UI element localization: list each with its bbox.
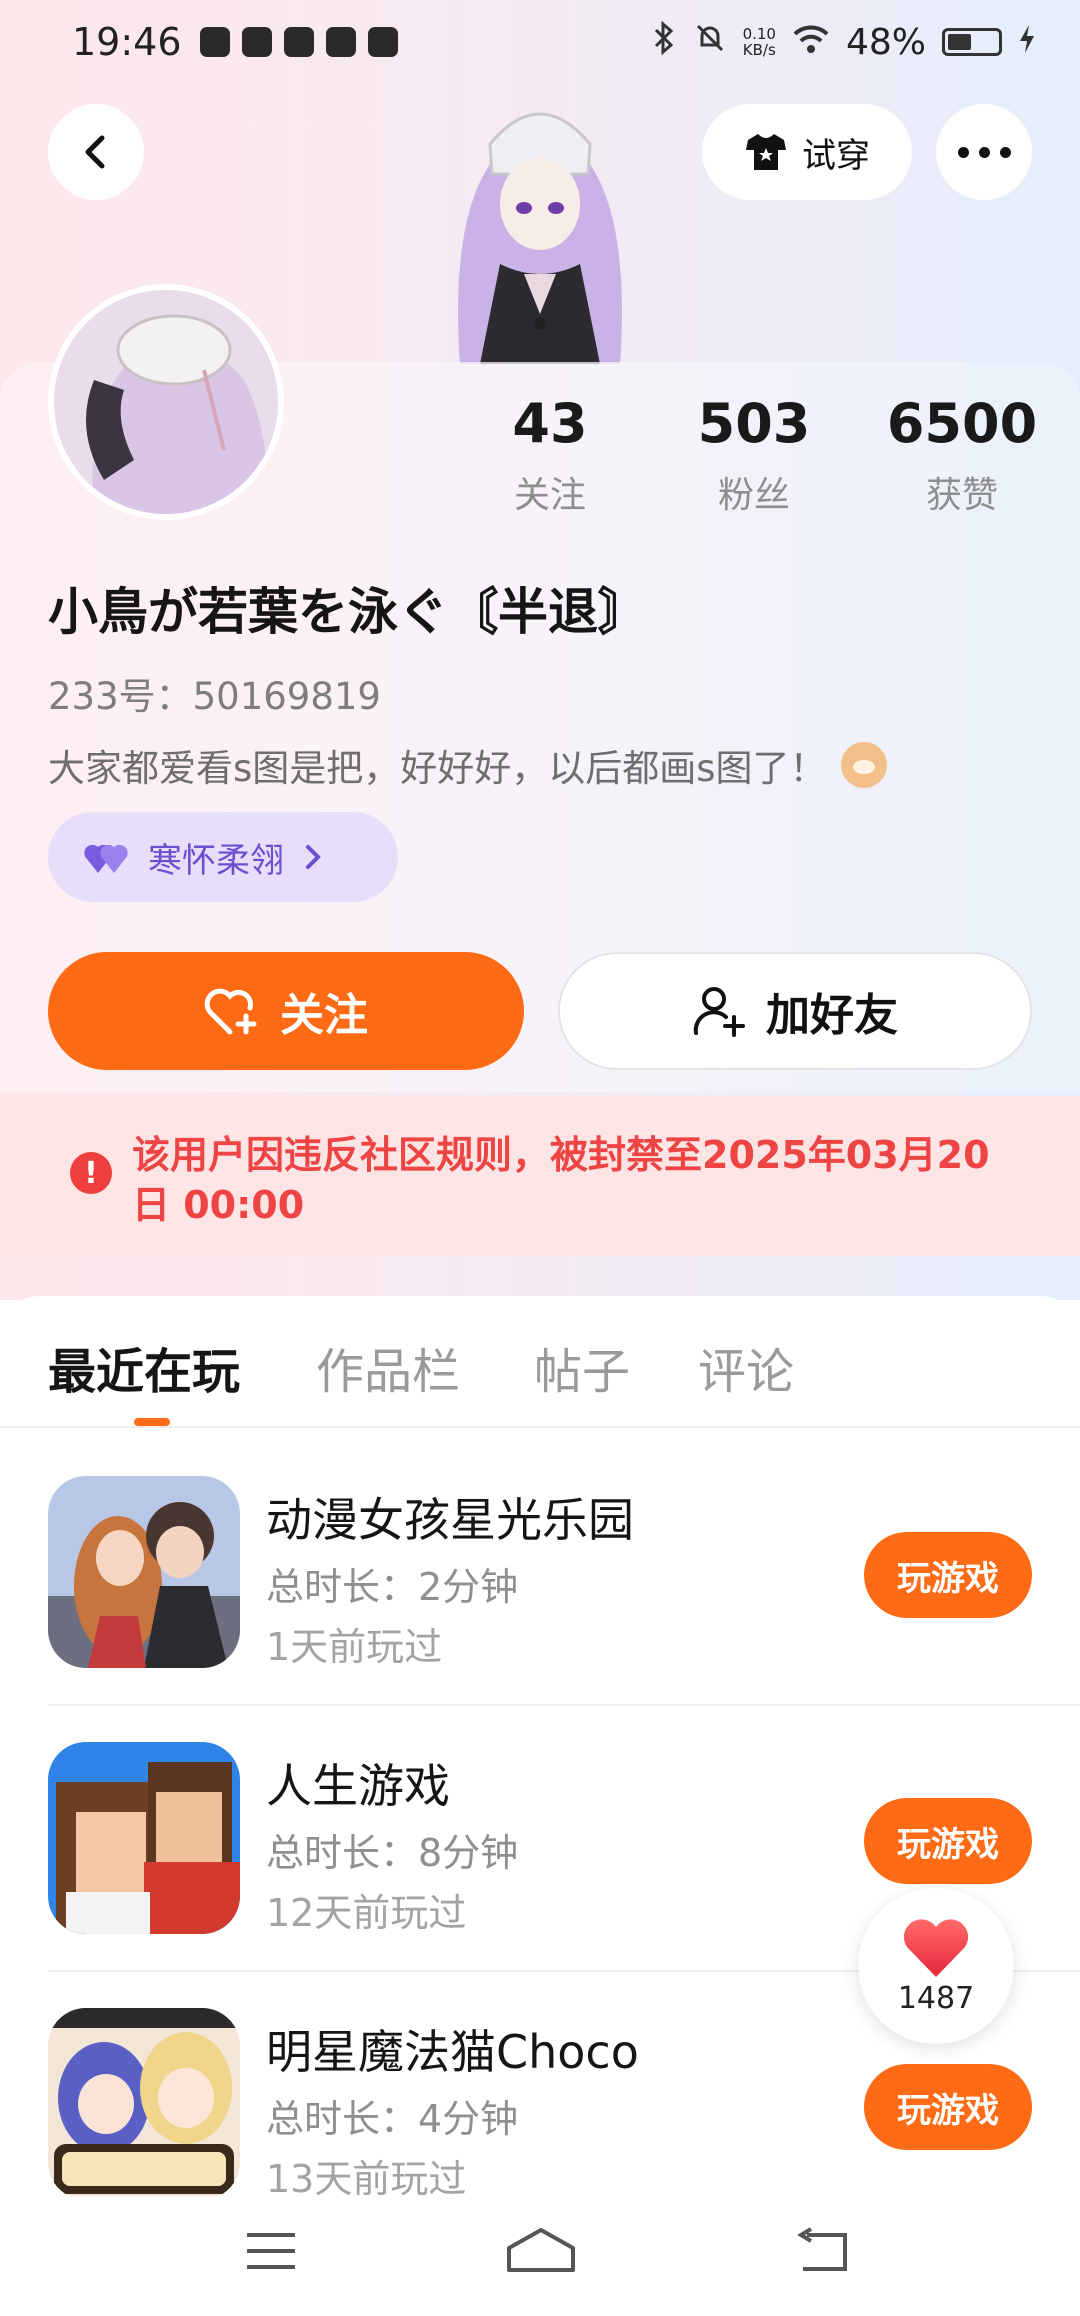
battery-percent: 48% <box>845 21 926 63</box>
try-on-label: 试穿 <box>802 135 870 176</box>
stat-likes[interactable]: 6500 获赞 <box>862 392 1062 518</box>
alert-icon: ! <box>70 1152 112 1194</box>
ban-notice: ! 该用户因违反社区规则，被封禁至2025年03月20日 00:00 <box>0 1096 1080 1256</box>
back-nav-button[interactable] <box>778 2216 868 2286</box>
play-game-button[interactable]: 玩游戏 <box>864 2064 1032 2150</box>
bluetooth-icon <box>651 20 677 64</box>
mail-app-icon <box>367 27 398 57</box>
chevron-left-icon <box>85 135 105 169</box>
profile-tabs: 最近在玩 作品栏 帖子 评论 <box>0 1296 1080 1426</box>
heart-plus-icon <box>204 988 257 1035</box>
profile-tag-label: 寒怀柔翎 <box>148 840 284 881</box>
stat-value: 43 <box>512 392 588 455</box>
try-on-button[interactable]: 试穿 <box>702 104 912 200</box>
stat-label: 获赞 <box>925 475 998 516</box>
follow-label: 关注 <box>280 990 368 1041</box>
game-last-played: 1天前玩过 <box>266 1625 443 1669</box>
stat-value: 503 <box>697 392 811 455</box>
reader-app-icon <box>283 27 314 57</box>
bio: 大家都爱看s图是把，好好好，以后都画s图了！ <box>48 738 887 792</box>
network-speed-unit: KB/s <box>742 41 776 59</box>
profile-stats: 43 关注 503 粉丝 6500 获赞 <box>0 392 1080 522</box>
tab-works[interactable]: 作品栏 <box>316 1332 460 1402</box>
tab-comments[interactable]: 评论 <box>698 1332 794 1402</box>
stat-followers[interactable]: 503 粉丝 <box>654 392 854 518</box>
tab-recently-played[interactable]: 最近在玩 <box>48 1332 240 1402</box>
menu-nav-button[interactable] <box>226 2216 316 2286</box>
ban-notice-text: 该用户因违反社区规则，被封禁至2025年03月20日 00:00 <box>132 1133 990 1227</box>
game-icon <box>48 2008 240 2200</box>
home-nav-button[interactable] <box>496 2216 586 2286</box>
list-item[interactable]: 动漫女孩星光乐园 总时长：2分钟 1天前玩过 玩游戏 <box>48 1426 1080 1692</box>
active-tab-indicator <box>134 1418 170 1426</box>
follow-button[interactable]: 关注 <box>48 952 524 1070</box>
tab-posts[interactable]: 帖子 <box>534 1332 630 1402</box>
game-duration: 总时长：4分钟 <box>266 2097 519 2141</box>
status-bar: 19:46 0.10 KB/s 48% <box>0 0 1080 84</box>
add-user-icon <box>693 987 745 1037</box>
game-duration: 总时长：2分钟 <box>266 1565 519 1609</box>
bio-text: 大家都爱看s图是把，好好好，以后都画s图了！ <box>48 747 827 790</box>
game-last-played: 12天前玩过 <box>266 1891 467 1935</box>
system-nav-bar <box>0 2196 1080 2316</box>
game-title: 动漫女孩星光乐园 <box>266 1493 634 1547</box>
status-time: 19:46 <box>72 20 182 64</box>
game-icon <box>48 1742 240 1934</box>
avatar-3d-figure <box>420 84 660 364</box>
more-options-button[interactable] <box>936 104 1032 200</box>
add-friend-button[interactable]: 加好友 <box>558 952 1032 1070</box>
game-title: 明星魔法猫Choco <box>266 2025 639 2079</box>
game-duration: 总时长：8分钟 <box>266 1831 519 1875</box>
game-last-played: 13天前玩过 <box>266 2157 467 2201</box>
network-speed: 0.10 KB/s <box>743 26 776 58</box>
charging-icon <box>1018 22 1036 63</box>
game-title: 人生游戏 <box>266 1759 450 1813</box>
more-dots-icon <box>957 146 969 158</box>
video-app-icon <box>241 27 272 57</box>
tshirt-icon <box>746 134 786 170</box>
double-heart-icon <box>84 844 128 873</box>
add-friend-label: 加好友 <box>766 990 898 1041</box>
stat-value: 6500 <box>886 392 1038 455</box>
stat-label: 粉丝 <box>717 475 790 516</box>
wifi-icon <box>792 22 830 63</box>
stat-label: 关注 <box>513 475 586 516</box>
back-arrow-icon <box>797 2227 847 2271</box>
like-count: 1487 <box>897 1980 975 2016</box>
account-id: 233号：50169819 <box>48 675 381 718</box>
home-icon <box>507 2228 575 2272</box>
mute-bell-icon <box>693 21 727 64</box>
play-game-button[interactable]: 玩游戏 <box>864 1798 1032 1884</box>
game-icon <box>48 1476 240 1668</box>
play-game-button[interactable]: 玩游戏 <box>864 1532 1032 1618</box>
heart-icon <box>903 1918 969 1977</box>
audio-app-icon <box>325 27 356 57</box>
like-floating-button[interactable]: 1487 <box>858 1888 1014 2044</box>
back-button[interactable] <box>48 104 144 200</box>
username: 小鳥が若葉を泳ぐ〘半退〙 <box>48 583 648 641</box>
profile-tag-button[interactable]: 寒怀柔翎 <box>48 812 398 902</box>
dog-emoji-icon <box>840 742 887 788</box>
tiktok-icon <box>199 27 230 57</box>
chevron-right-icon <box>306 845 321 869</box>
battery-icon <box>942 28 1002 56</box>
menu-icon <box>247 2233 295 2269</box>
stat-following[interactable]: 43 关注 <box>450 392 650 518</box>
